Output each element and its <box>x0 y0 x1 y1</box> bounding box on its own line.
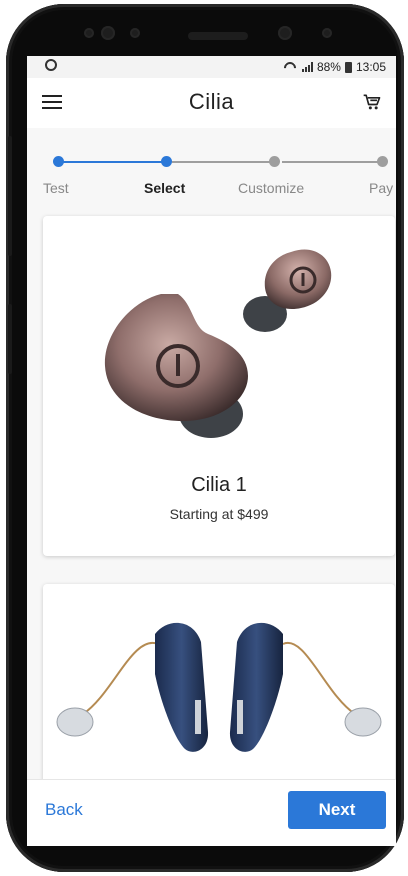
step-dot-test <box>53 156 64 167</box>
battery-percent: 88% <box>316 60 341 74</box>
app-bar: Cilia <box>27 78 396 129</box>
volume-button <box>8 136 12 256</box>
page-title: Cilia <box>188 89 235 114</box>
battery-icon <box>344 61 352 73</box>
wifi-icon <box>284 62 298 72</box>
step-label-customize[interactable]: Customize <box>238 180 304 196</box>
step-dot-customize <box>269 156 280 167</box>
phone-frame: 88% 13:05 Cilia Test Select Customize Pa… <box>6 4 404 872</box>
status-time: 13:05 <box>355 60 386 74</box>
back-button[interactable]: Back <box>45 800 83 820</box>
step-connector-2 <box>172 161 272 163</box>
step-connector-3 <box>282 161 378 163</box>
step-label-pay[interactable]: Pay <box>369 180 393 196</box>
cart-icon[interactable] <box>362 92 382 112</box>
earpiece-speaker <box>188 32 248 40</box>
next-button[interactable]: Next <box>288 791 386 829</box>
step-label-test[interactable]: Test <box>43 180 69 196</box>
progress-stepper: Test Select Customize Pay <box>27 128 396 216</box>
step-dot-pay <box>377 156 388 167</box>
app-notification-icon <box>45 59 57 71</box>
step-connector-1 <box>59 161 164 163</box>
earbud-product-image <box>104 249 332 438</box>
product-name: Cilia 1 <box>191 474 247 496</box>
step-dot-select <box>161 156 172 167</box>
product-card-cilia-1[interactable]: Cilia 1 Starting at $499 <box>43 216 395 556</box>
hearing-aid-product-image <box>56 622 382 752</box>
bottom-action-bar: Back Next <box>27 779 396 846</box>
product-price: Starting at $499 <box>169 506 269 522</box>
side-button <box>8 304 12 374</box>
app-screen: 88% 13:05 Cilia Test Select Customize Pa… <box>27 56 396 846</box>
status-bar: 88% 13:05 <box>27 56 396 78</box>
signal-icon <box>301 62 313 72</box>
step-label-select[interactable]: Select <box>144 180 185 196</box>
